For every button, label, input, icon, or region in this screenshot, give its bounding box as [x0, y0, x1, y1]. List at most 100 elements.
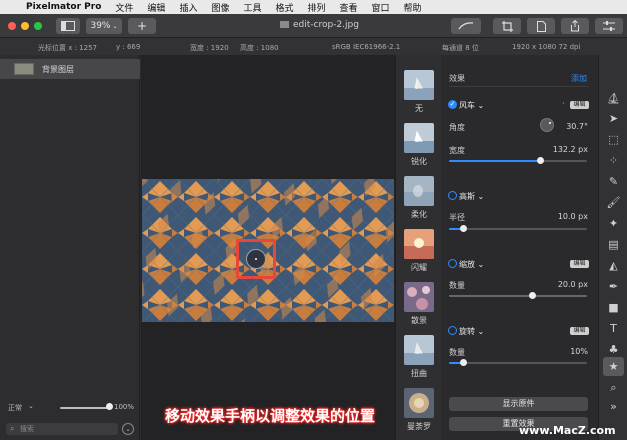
cursor-x-readout: 光标位置 x : 1257 [38, 44, 97, 52]
opacity-slider-knob[interactable] [106, 403, 113, 410]
edit-badge[interactable]: 编辑 [570, 327, 589, 335]
effect-thumb-distort[interactable] [404, 335, 434, 365]
text-tool-icon[interactable]: T [606, 321, 621, 336]
opacity-value: 100% [114, 403, 135, 411]
edit-badge[interactable]: 编辑 [570, 101, 589, 109]
effect-thumb-soften[interactable] [404, 176, 434, 206]
image-width-readout: 宽度 : 1920 [190, 44, 229, 52]
pen-tool-icon[interactable]: ✒ [606, 279, 621, 294]
effect-thumb-sharpen[interactable] [404, 123, 434, 153]
gradient-tool-icon[interactable]: ▤ [606, 237, 621, 252]
more-dot-icon: · [562, 99, 565, 108]
menu-app-name[interactable]: Pixelmator Pro [22, 2, 108, 12]
effect-enabled-checkbox[interactable]: ✓ [448, 100, 457, 109]
add-button[interactable]: + [128, 18, 156, 34]
width-slider[interactable] [449, 157, 587, 164]
twirl-amount-slider[interactable] [449, 359, 587, 366]
menu-arrange[interactable]: 排列 [301, 1, 333, 14]
slider-knob[interactable] [529, 292, 536, 299]
angle-dial[interactable] [540, 118, 554, 132]
effect-thumb-bokeh[interactable] [404, 282, 434, 312]
layer-row[interactable]: 背景图层 [0, 59, 140, 79]
opacity-slider[interactable] [60, 407, 110, 409]
param-value-radius: 10.0 px [557, 212, 588, 221]
radius-slider[interactable] [449, 225, 587, 232]
share-icon [571, 20, 579, 32]
effect-title-twirl[interactable]: 旋转 ⌄ [459, 326, 484, 337]
layer-search-input[interactable]: ⌕ 搜索 [6, 423, 118, 435]
pointer-tool-icon[interactable]: ➤ [606, 111, 621, 126]
image-size-readout: 1920 x 1080 72 dpi [512, 43, 581, 51]
zoom-dropdown[interactable]: 39% ⌄ [86, 18, 122, 34]
fill-tool-icon[interactable]: ◭ [606, 258, 621, 273]
menu-window[interactable]: 窗口 [365, 1, 397, 14]
menu-tools[interactable]: 工具 [236, 1, 268, 14]
effects-panel: 效果 添加 ✓ 风车 ⌄ · 编辑 角度 30.7° 宽度 132.2 px 高… [441, 55, 598, 440]
shape-tool-icon[interactable]: ■ [606, 300, 621, 315]
bit-depth-readout: 每通道 8 位 [442, 44, 479, 52]
style-tool-button[interactable] [451, 18, 481, 34]
effect-label-soften: 柔化 [411, 210, 427, 219]
effect-thumb-glow[interactable] [404, 229, 434, 259]
tools-sidebar: ⛵︎ ➤ ⬚ ⁘ ✎ 🖌︎ ✦ ▤ ◭ ✒ ■ T ♣ ★ ⌕ » [598, 55, 627, 440]
document-button[interactable] [527, 18, 555, 34]
menu-view[interactable]: 查看 [333, 1, 365, 14]
chevron-updown-icon: ⌄ [112, 22, 118, 30]
effects-tool-icon[interactable]: ★ [603, 357, 624, 376]
effect-title-gaussian[interactable]: 高斯 ⌄ [459, 191, 484, 202]
menu-file[interactable]: 文件 [108, 1, 140, 14]
layer-name: 背景图层 [42, 64, 74, 74]
search-icon: ⌕ [10, 424, 15, 433]
sliders-icon [603, 21, 615, 31]
file-icon [280, 21, 289, 28]
effect-enabled-checkbox[interactable] [448, 326, 457, 335]
slider-knob[interactable] [460, 225, 467, 232]
sidebar-toggle-button[interactable] [56, 18, 80, 34]
effect-enabled-checkbox[interactable] [448, 191, 457, 200]
effects-header: 效果 [449, 74, 465, 83]
zoom-tool-icon[interactable]: ⌕ [606, 380, 621, 395]
selection-tool-icon[interactable]: ⬚ [606, 132, 621, 147]
minimize-window-button[interactable] [21, 22, 29, 30]
edit-badge[interactable]: 编辑 [570, 260, 589, 268]
menu-bar: Pixelmator Pro 文件 编辑 插入 图像 工具 格式 排列 查看 窗… [0, 0, 627, 14]
menu-edit[interactable]: 编辑 [140, 1, 172, 14]
canvas-area[interactable] [141, 55, 395, 440]
zoom-value: 39% [90, 21, 111, 31]
effect-thumb-none[interactable] [404, 70, 434, 100]
effect-title-windmill[interactable]: 风车 ⌄ [459, 100, 484, 111]
zoom-window-button[interactable] [34, 22, 42, 30]
effect-position-handle[interactable] [246, 249, 266, 269]
layer-options-button[interactable]: ⌄ [122, 423, 134, 435]
amount-slider[interactable] [449, 292, 587, 299]
color-picker-tool-icon[interactable]: ✎ [606, 174, 621, 189]
retouch-tool-icon[interactable]: ✦ [606, 216, 621, 231]
show-original-button[interactable]: 显示原件 [449, 397, 588, 411]
glow-preview-icon [404, 229, 434, 259]
effect-title-zoom[interactable]: 缩放 ⌄ [459, 259, 484, 270]
param-value-width: 132.2 px [552, 145, 588, 154]
crop-button[interactable] [493, 18, 521, 34]
share-button[interactable] [561, 18, 589, 34]
menu-image[interactable]: 图像 [204, 1, 236, 14]
arrange-tool-icon[interactable]: ⛵︎ [606, 91, 621, 106]
brush-stroke-icon [458, 22, 474, 30]
expand-tools-icon[interactable]: » [606, 399, 621, 414]
color-profile-readout: sRGB IEC61966-2.1 [332, 43, 401, 51]
slider-knob[interactable] [537, 157, 544, 164]
effect-thumb-mandala[interactable] [404, 388, 434, 418]
blend-mode-select[interactable]: 正常 [8, 403, 22, 413]
search-placeholder: 搜索 [20, 425, 34, 433]
layer-style-tool-icon[interactable]: ♣ [606, 342, 621, 357]
slider-knob[interactable] [460, 359, 467, 366]
add-effect-button[interactable]: 添加 [571, 73, 587, 84]
paint-brush-tool-icon[interactable]: 🖌︎ [606, 195, 621, 210]
effect-enabled-checkbox[interactable] [448, 259, 457, 268]
menu-help[interactable]: 帮助 [397, 1, 429, 14]
close-window-button[interactable] [8, 22, 16, 30]
param-label-width: 宽度 [449, 146, 465, 155]
menu-insert[interactable]: 插入 [172, 1, 204, 14]
magic-wand-tool-icon[interactable]: ⁘ [606, 153, 621, 168]
menu-format[interactable]: 格式 [268, 1, 300, 14]
inspector-toggle-button[interactable] [595, 18, 623, 34]
